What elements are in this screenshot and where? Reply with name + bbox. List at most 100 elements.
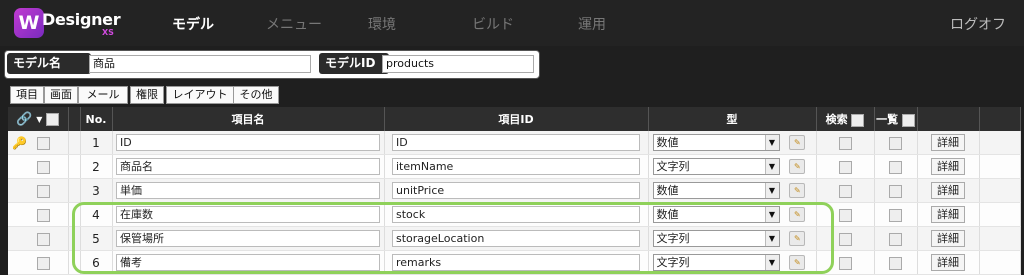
type-cell: 文字列 ▼ ✎ <box>648 154 817 179</box>
detail-button[interactable]: 詳細 <box>931 206 965 223</box>
model-id-label: モデルID <box>319 53 389 74</box>
detail-cell: 詳細 <box>917 250 980 275</box>
item-name-cell: 在庫数 <box>112 202 385 227</box>
tab-items[interactable]: 項目 <box>10 86 44 104</box>
item-name-input[interactable]: ID <box>116 134 380 151</box>
detail-button[interactable]: 詳細 <box>931 182 965 199</box>
item-name-input[interactable]: 在庫数 <box>116 206 380 223</box>
item-id-input[interactable]: itemName <box>392 158 640 175</box>
row-checkbox[interactable] <box>36 232 50 246</box>
item-id-input[interactable]: stock <box>392 206 640 223</box>
type-select-value: 数値 <box>656 208 679 221</box>
item-id-input[interactable]: ID <box>392 134 640 151</box>
logout-link[interactable]: ログオフ <box>950 14 1006 34</box>
type-select[interactable]: 数値 ▼ <box>652 182 780 199</box>
tab-other[interactable]: その他 <box>233 86 279 104</box>
link-icon[interactable]: 🔗 <box>16 112 32 127</box>
search-checkbox[interactable] <box>838 136 852 150</box>
type-select[interactable]: 数値 ▼ <box>652 134 780 151</box>
item-id-input[interactable]: unitPrice <box>392 182 640 199</box>
search-cell <box>816 154 875 179</box>
tab-permissions[interactable]: 権限 <box>130 86 164 104</box>
field-table: 🔗 ▼ No. 項目名 項目ID 型 検索 一覧 🔑 1 ID ID 数値 ▼ … <box>8 107 1021 275</box>
detail-cell: 詳細 <box>917 154 980 179</box>
row-checkbox[interactable] <box>36 184 50 198</box>
item-id-input[interactable]: remarks <box>392 254 640 271</box>
list-checkbox[interactable] <box>889 160 902 174</box>
search-checkbox[interactable] <box>838 208 852 222</box>
type-select[interactable]: 数値 ▼ <box>652 206 780 223</box>
type-select[interactable]: 文字列 ▼ <box>652 254 780 271</box>
list-all-checkbox[interactable] <box>901 113 915 127</box>
type-settings-icon[interactable]: ✎ <box>789 207 806 222</box>
header-item-name: 項目名 <box>112 107 385 131</box>
item-id-cell: remarks <box>384 250 649 275</box>
search-checkbox[interactable] <box>838 256 852 270</box>
key-icon: 🔑 <box>12 135 27 150</box>
list-checkbox[interactable] <box>889 208 902 222</box>
tab-layout[interactable]: レイアウト <box>166 86 234 104</box>
model-info-panel: モデル名 商品 モデルID products <box>4 50 540 79</box>
type-settings-icon[interactable]: ✎ <box>789 159 806 174</box>
type-cell: 数値 ▼ ✎ <box>648 178 817 203</box>
search-cell <box>816 178 875 203</box>
item-id-input[interactable]: storageLocation <box>392 230 640 247</box>
model-id-field[interactable]: products <box>382 55 534 73</box>
item-name-input[interactable]: 備考 <box>116 254 380 271</box>
search-checkbox[interactable] <box>838 184 852 198</box>
row-end <box>979 250 1021 275</box>
item-name-cell: 商品名 <box>112 154 385 179</box>
detail-button[interactable]: 詳細 <box>931 230 965 247</box>
item-name-input[interactable]: 単価 <box>116 182 380 199</box>
select-all-checkbox[interactable] <box>46 112 60 126</box>
row-select-cell: 🔑 <box>8 250 69 275</box>
type-cell: 数値 ▼ ✎ <box>648 202 817 227</box>
row-spacer <box>68 250 81 275</box>
nav-operation[interactable]: 運用 <box>578 14 606 34</box>
search-checkbox[interactable] <box>838 160 852 174</box>
nav-build[interactable]: ビルド <box>472 14 514 34</box>
type-select-value: 文字列 <box>656 256 690 269</box>
header-controls: 🔗 ▼ <box>8 107 69 131</box>
search-checkbox[interactable] <box>838 232 852 246</box>
search-cell <box>816 131 875 155</box>
chevron-down-icon[interactable]: ▼ <box>36 115 42 124</box>
nav-model[interactable]: モデル <box>172 14 214 34</box>
header-spacer <box>68 107 81 131</box>
header-end <box>979 107 1021 131</box>
item-name-cell: ID <box>112 131 385 155</box>
list-checkbox[interactable] <box>889 136 902 150</box>
item-name-input[interactable]: 保管場所 <box>116 230 380 247</box>
detail-button[interactable]: 詳細 <box>931 254 965 271</box>
type-select[interactable]: 文字列 ▼ <box>652 230 780 247</box>
item-id-cell: itemName <box>384 154 649 179</box>
tab-screens[interactable]: 画面 <box>44 86 78 104</box>
type-select[interactable]: 文字列 ▼ <box>652 158 780 175</box>
type-settings-icon[interactable]: ✎ <box>789 231 806 246</box>
row-checkbox[interactable] <box>36 136 50 150</box>
tab-mail[interactable]: メール <box>78 86 128 104</box>
item-name-cell: 保管場所 <box>112 226 385 251</box>
row-checkbox[interactable] <box>36 256 50 270</box>
row-checkbox[interactable] <box>36 160 50 174</box>
type-settings-icon[interactable]: ✎ <box>789 255 806 270</box>
nav-menu[interactable]: メニュー <box>266 14 322 34</box>
row-number: 3 <box>80 178 113 203</box>
type-settings-icon[interactable]: ✎ <box>789 183 806 198</box>
detail-button[interactable]: 詳細 <box>931 158 965 175</box>
row-number: 1 <box>80 131 113 155</box>
list-checkbox[interactable] <box>889 232 902 246</box>
list-checkbox[interactable] <box>889 256 902 270</box>
detail-button[interactable]: 詳細 <box>931 134 965 151</box>
type-cell: 文字列 ▼ ✎ <box>648 250 817 275</box>
list-checkbox[interactable] <box>889 184 902 198</box>
search-all-checkbox[interactable] <box>851 113 865 127</box>
nav-environment[interactable]: 環境 <box>368 14 396 34</box>
model-name-field[interactable]: 商品 <box>89 55 311 73</box>
app-logo[interactable]: W Designer XS <box>14 6 124 40</box>
logo-text: Designer <box>42 10 121 29</box>
row-checkbox[interactable] <box>36 208 50 222</box>
type-settings-icon[interactable]: ✎ <box>789 135 806 150</box>
row-spacer <box>68 154 81 179</box>
item-name-input[interactable]: 商品名 <box>116 158 380 175</box>
